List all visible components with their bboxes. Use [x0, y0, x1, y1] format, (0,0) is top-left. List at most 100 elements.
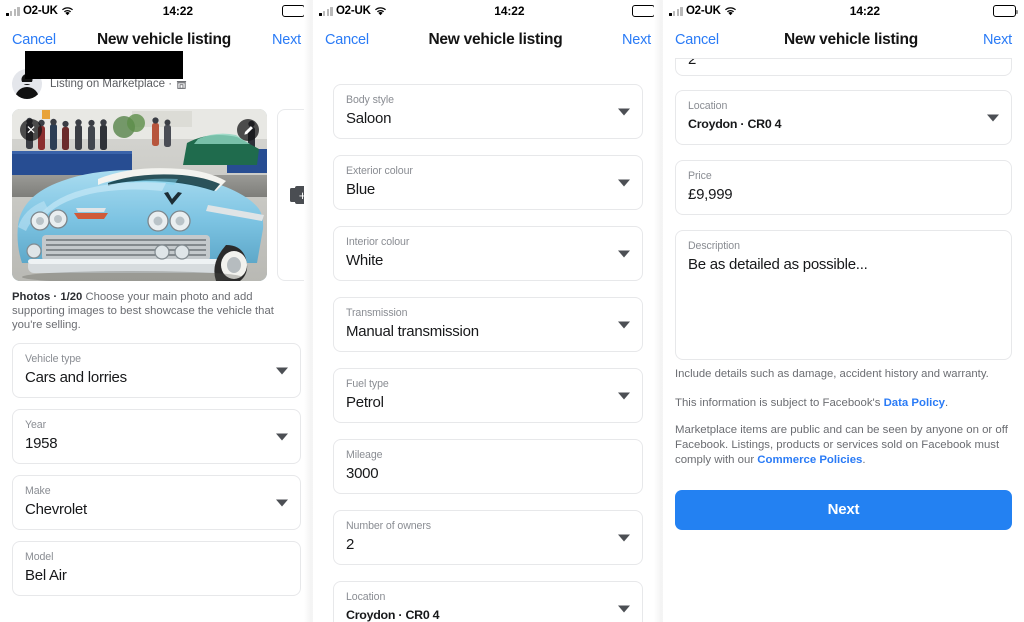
- field-value: White: [346, 252, 384, 269]
- field-label: Price: [688, 170, 712, 182]
- field-label: Model: [25, 551, 54, 563]
- chevron-down-icon[interactable]: [618, 179, 630, 186]
- next-button[interactable]: Next: [272, 32, 301, 48]
- chevron-down-icon[interactable]: [987, 114, 999, 121]
- vehicle-photo-image: [12, 109, 267, 281]
- field-year[interactable]: Year 1958: [12, 409, 301, 464]
- field-exterior-colour[interactable]: Exterior colour Blue: [333, 155, 643, 210]
- field-value: Cars and lorries: [25, 369, 127, 386]
- field-value: Chevrolet: [25, 501, 87, 518]
- chevron-down-icon[interactable]: [276, 433, 288, 440]
- field-price[interactable]: Price £9,999: [675, 160, 1012, 215]
- commerce-policies-link[interactable]: Commerce Policies: [757, 454, 862, 466]
- cancel-button[interactable]: Cancel: [675, 32, 719, 48]
- close-icon[interactable]: ✕: [20, 119, 42, 141]
- field-label: Interior colour: [346, 236, 410, 248]
- chevron-down-icon[interactable]: [618, 108, 630, 115]
- chevron-down-icon[interactable]: [618, 605, 630, 612]
- field-label: Vehicle type: [25, 353, 81, 365]
- cancel-button[interactable]: Cancel: [325, 32, 369, 48]
- battery-icon: [993, 5, 1019, 17]
- chevron-down-icon[interactable]: [618, 250, 630, 257]
- field-value: Bel Air: [25, 567, 67, 584]
- chevron-down-icon[interactable]: [618, 534, 630, 541]
- field-label: Body style: [346, 94, 394, 106]
- field-location[interactable]: Location Croydon · CR0 4: [675, 90, 1012, 145]
- panel-vehicle-basics: O2-UK 14:22 Cancel New vehicle listing N…: [0, 0, 313, 622]
- description-helper-text: Include details such as damage, accident…: [675, 368, 989, 380]
- chevron-down-icon[interactable]: [276, 499, 288, 506]
- photos-caption: Photos · 1/20 Choose your main photo and…: [12, 290, 301, 332]
- chevron-down-icon[interactable]: [618, 392, 630, 399]
- storefront-icon: [176, 79, 187, 90]
- clock: 14:22: [494, 4, 525, 18]
- field-number-of-owners-scrolled[interactable]: 2: [675, 58, 1012, 76]
- vehicle-photo-thumbnail[interactable]: ✕: [12, 109, 267, 281]
- carrier-label: O2-UK: [685, 5, 721, 17]
- field-make[interactable]: Make Chevrolet: [12, 475, 301, 530]
- cancel-button[interactable]: Cancel: [12, 32, 56, 48]
- panel-price-description: O2-UK 14:22 Cancel New vehicle listing N…: [663, 0, 1024, 622]
- status-bar-right: [282, 5, 308, 17]
- panel-vehicle-details: O2-UK 14:22 Cancel New vehicle listing N…: [313, 0, 663, 622]
- field-label: Exterior colour: [346, 165, 413, 177]
- chevron-down-icon[interactable]: [618, 321, 630, 328]
- status-bar-right: [632, 5, 658, 17]
- signal-bars-icon: [6, 6, 20, 16]
- field-location[interactable]: Location Croydon · CR0 4: [333, 581, 643, 622]
- signal-bars-icon: [669, 6, 683, 16]
- data-policy-link[interactable]: Data Policy: [884, 397, 945, 409]
- field-number-of-owners[interactable]: Number of owners 2: [333, 510, 643, 565]
- clock: 14:22: [162, 4, 193, 18]
- field-value: 2: [346, 536, 355, 553]
- field-label: Mileage: [346, 449, 383, 461]
- photos-count-label: Photos · 1/20: [12, 291, 83, 303]
- battery-icon: [282, 5, 308, 17]
- field-label: Location: [688, 100, 728, 112]
- field-description[interactable]: Description Be as detailed as possible..…: [675, 230, 1012, 360]
- field-value: Saloon: [346, 110, 392, 127]
- three-panel-screenshot-collage: O2-UK 14:22 Cancel New vehicle listing N…: [0, 0, 1024, 622]
- panel2-field-list: Body style Saloon Exterior colour Blue I…: [313, 84, 663, 622]
- composer-header: Listing on Marketplace ·: [12, 51, 301, 101]
- field-body-style[interactable]: Body style Saloon: [333, 84, 643, 139]
- field-interior-colour[interactable]: Interior colour White: [333, 226, 643, 281]
- field-transmission[interactable]: Transmission Manual transmission: [333, 297, 643, 352]
- field-value: Manual transmission: [346, 323, 479, 340]
- field-value: Croydon · CR0 4: [346, 608, 440, 622]
- field-value: Petrol: [346, 394, 384, 411]
- legal-text-suffix: .: [945, 396, 949, 409]
- page-title: New vehicle listing: [428, 31, 563, 48]
- field-label: Number of owners: [346, 520, 431, 532]
- wifi-icon: [61, 6, 74, 16]
- next-cta-button[interactable]: Next: [675, 489, 1012, 530]
- field-fuel-type[interactable]: Fuel type Petrol: [333, 368, 643, 423]
- listing-subtitle: Listing on Marketplace ·: [50, 78, 187, 90]
- status-bar-right: [993, 5, 1019, 17]
- field-value: Blue: [346, 181, 376, 198]
- wifi-icon: [724, 6, 737, 16]
- wifi-icon: [374, 6, 387, 16]
- field-mileage[interactable]: Mileage 3000: [333, 439, 643, 494]
- legal-text-prefix: This information is subject to Facebook'…: [675, 396, 884, 409]
- field-label: Fuel type: [346, 378, 389, 390]
- field-label: Transmission: [346, 307, 408, 319]
- field-value: 1958: [25, 435, 58, 452]
- status-bar: O2-UK 14:22: [0, 0, 313, 22]
- chevron-down-icon[interactable]: [276, 367, 288, 374]
- page-title: New vehicle listing: [783, 31, 918, 48]
- status-bar: O2-UK 14:22: [313, 0, 663, 22]
- page-title: New vehicle listing: [96, 31, 231, 48]
- field-model[interactable]: Model Bel Air: [12, 541, 301, 596]
- signal-bars-icon: [319, 6, 333, 16]
- battery-icon: [632, 5, 658, 17]
- status-bar-left: O2-UK: [6, 5, 74, 17]
- clock: 14:22: [849, 4, 880, 18]
- next-button[interactable]: Next: [983, 32, 1012, 48]
- next-button[interactable]: Next: [622, 32, 651, 48]
- photo-carousel: ✕ +: [12, 109, 313, 281]
- pencil-icon[interactable]: [237, 119, 259, 141]
- field-vehicle-type[interactable]: Vehicle type Cars and lorries: [12, 343, 301, 398]
- status-bar: O2-UK 14:22: [663, 0, 1024, 22]
- field-value: 3000: [346, 465, 379, 482]
